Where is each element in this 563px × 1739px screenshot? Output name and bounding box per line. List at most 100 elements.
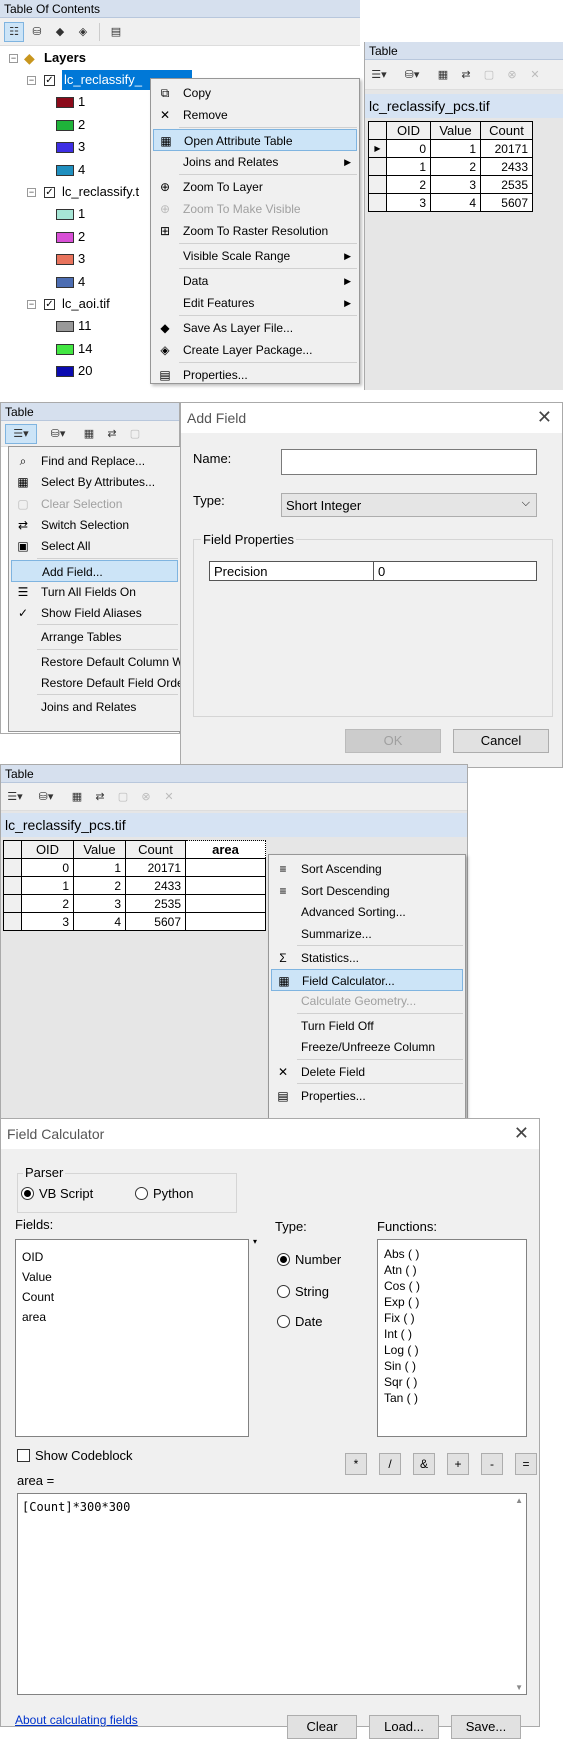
table1-tab[interactable]: lc_reclassify_pcs.tif (365, 94, 563, 118)
functions-list[interactable]: Abs ( ) Atn ( ) Cos ( ) Exp ( ) Fix ( ) Int (… (377, 1239, 527, 1437)
menu-item[interactable]: ⊞ Zoom To Raster Resolution (153, 220, 357, 242)
menu-item[interactable]: Restore Default Column W (11, 651, 184, 673)
save-button[interactable]: Save... (451, 1715, 521, 1739)
close-icon[interactable]: ✕ (514, 1123, 529, 1144)
menu-item[interactable]: ≡ Sort Descending (271, 880, 463, 902)
vbscript-radio[interactable] (21, 1187, 34, 1200)
table-cell[interactable]: 20171 (480, 139, 533, 158)
menu-item[interactable]: Advanced Sorting... (271, 901, 463, 923)
menu-item[interactable]: ⌕ Find and Replace... (11, 450, 178, 472)
table-cell[interactable] (185, 876, 266, 895)
table-row[interactable]: 0 1 20171 (3, 858, 266, 877)
menu-item[interactable]: ✓ Show Field Aliases (11, 602, 178, 624)
field-list-item[interactable]: Count (22, 1288, 54, 1306)
table3-tab[interactable]: lc_reclassify_pcs.tif (1, 813, 467, 837)
close-icon[interactable]: ✕ (537, 407, 552, 428)
menu-item[interactable]: Calculate Geometry... (271, 990, 463, 1012)
function-list-item[interactable]: Tan ( ) (384, 1390, 418, 1406)
field-list-item[interactable]: area (22, 1308, 46, 1326)
scrollbar-down-icon[interactable]: ▼ (515, 1683, 523, 1692)
table-cell[interactable]: 4 (73, 912, 126, 931)
menu-item[interactable]: Joins and Relates ▶ (153, 151, 357, 173)
menu-item[interactable]: ✕ Remove (153, 104, 357, 126)
row-selector[interactable] (3, 912, 22, 931)
menu-item[interactable]: ⧉ Copy (153, 82, 357, 104)
function-list-item[interactable]: Sin ( ) (384, 1358, 416, 1374)
menu-item[interactable]: Σ Statistics... (271, 947, 463, 969)
table-cell[interactable]: 2535 (125, 894, 186, 913)
column-header[interactable]: OID (21, 840, 74, 859)
table-options-icon[interactable]: ☰▾ (5, 423, 37, 444)
column-header[interactable]: Count (480, 121, 533, 140)
expression-textbox[interactable]: [Count]*300*300 ▲ ▼ (17, 1493, 527, 1695)
table-row[interactable]: 2 3 2535 (368, 175, 533, 194)
list-by-source-icon[interactable]: ⛁ (27, 22, 47, 42)
row-selector[interactable] (368, 175, 387, 194)
table-cell[interactable]: 2433 (480, 157, 533, 176)
related-tables-icon[interactable]: ⛁▾ (36, 787, 56, 807)
switch-selection-icon[interactable]: ⇄ (456, 65, 476, 85)
column-header[interactable]: Value (73, 840, 126, 859)
type-number-radio[interactable] (277, 1253, 290, 1266)
table-cell[interactable]: 3 (386, 193, 431, 212)
table-cell[interactable]: 3 (21, 912, 74, 931)
layer-visibility-checkbox[interactable]: ✓ (44, 75, 55, 86)
table-cell[interactable]: 1 (430, 139, 481, 158)
menu-item[interactable]: Visible Scale Range ▶ (153, 245, 357, 267)
table-row[interactable]: 1 2 2433 (3, 876, 266, 895)
delete-selected-icon[interactable]: ⊗ (136, 787, 156, 807)
operator-button[interactable]: = (515, 1453, 537, 1475)
related-tables-icon[interactable]: ⛁▾ (48, 424, 68, 444)
table-cell[interactable]: 3 (430, 175, 481, 194)
column-header[interactable]: Value (430, 121, 481, 140)
clear-button[interactable]: Clear (287, 1715, 357, 1739)
collapse-icon[interactable]: − (27, 188, 36, 197)
menu-item[interactable]: ◈ Create Layer Package... (153, 339, 357, 361)
table-cell[interactable]: 2433 (125, 876, 186, 895)
collapse-icon[interactable]: − (9, 54, 18, 63)
menu-item[interactable]: Data ▶ (153, 270, 357, 292)
select-by-attributes-icon[interactable]: ▦ (79, 424, 99, 444)
help-link[interactable]: About calculating fields (15, 1713, 138, 1727)
layer-visibility-checkbox[interactable]: ✓ (44, 187, 55, 198)
function-list-item[interactable]: Exp ( ) (384, 1294, 419, 1310)
menu-item[interactable]: ⊕ Zoom To Layer (153, 176, 357, 198)
table-cell[interactable]: 1 (73, 858, 126, 877)
column-header[interactable]: Count (125, 840, 186, 859)
menu-item[interactable]: Arrange Tables (11, 626, 178, 648)
collapse-icon[interactable]: − (27, 300, 36, 309)
operator-button[interactable]: + (447, 1453, 469, 1475)
field-list-item[interactable]: OID (22, 1248, 43, 1266)
table-cell[interactable]: 2535 (480, 175, 533, 194)
menu-item[interactable]: Edit Features ▶ (153, 292, 357, 314)
operator-button[interactable]: & (413, 1453, 435, 1475)
menu-item[interactable]: ▣ Select All (11, 535, 178, 557)
show-codeblock-checkbox[interactable] (17, 1449, 30, 1462)
layers-root-label[interactable]: Layers (44, 48, 86, 68)
table-row[interactable]: 3 4 5607 (3, 912, 266, 931)
function-list-item[interactable]: Cos ( ) (384, 1278, 420, 1294)
row-selector[interactable] (368, 193, 387, 212)
options-icon[interactable]: ▤ (106, 22, 126, 42)
table-cell[interactable]: 2 (73, 876, 126, 895)
clear-selection-icon[interactable]: ▢ (113, 787, 133, 807)
table-cell[interactable]: 5607 (480, 193, 533, 212)
menu-item[interactable]: Restore Default Field Orde (11, 672, 184, 694)
column-header[interactable]: area (185, 840, 266, 859)
menu-item[interactable]: ☰ Turn All Fields On (11, 581, 178, 603)
table-cell[interactable] (185, 894, 266, 913)
table-cell[interactable]: 20171 (125, 858, 186, 877)
table-cell[interactable]: 3 (73, 894, 126, 913)
function-list-item[interactable]: Log ( ) (384, 1342, 419, 1358)
function-list-item[interactable]: Sqr ( ) (384, 1374, 417, 1390)
ok-button[interactable]: OK (345, 729, 441, 753)
close-table-icon[interactable]: ✕ (525, 65, 545, 85)
menu-item[interactable]: ▦ Field Calculator... (271, 968, 463, 991)
table-cell[interactable]: 2 (386, 175, 431, 194)
cancel-button[interactable]: Cancel (453, 729, 549, 753)
table-options-icon[interactable]: ☰▾ (369, 65, 389, 85)
operator-button[interactable]: * (345, 1453, 367, 1475)
clear-selection-icon[interactable]: ▢ (479, 65, 499, 85)
table-row[interactable]: 3 4 5607 (368, 193, 533, 212)
select-by-attributes-icon[interactable]: ▦ (67, 787, 87, 807)
